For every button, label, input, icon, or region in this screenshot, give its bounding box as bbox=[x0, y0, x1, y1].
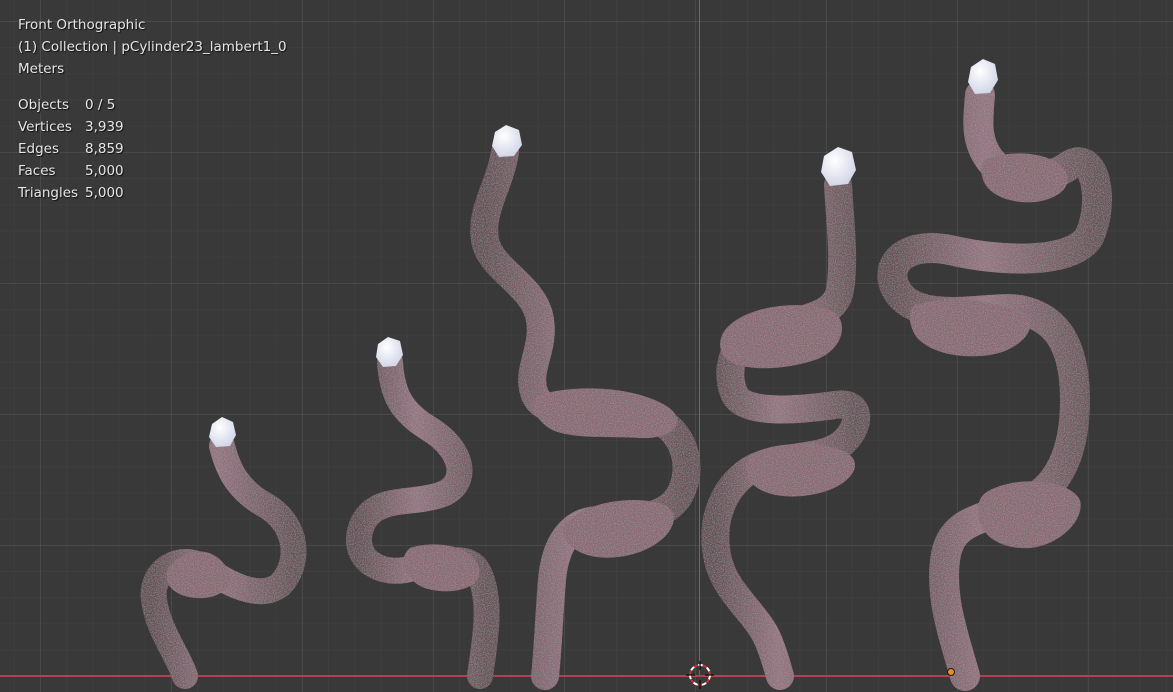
units-label: Meters bbox=[18, 61, 65, 77]
tendril-2[interactable] bbox=[346, 349, 500, 689]
stat-label-triangles: Triangles bbox=[18, 185, 79, 201]
tendril-4[interactable] bbox=[701, 171, 871, 690]
stat-value-edges: 8,859 bbox=[85, 141, 124, 157]
origin-point-icon bbox=[947, 668, 955, 676]
view-name: Front Orthographic bbox=[18, 17, 146, 33]
stat-value-faces: 5,000 bbox=[85, 163, 124, 179]
stat-label-objects: Objects bbox=[18, 97, 70, 113]
tendril-1[interactable] bbox=[140, 433, 307, 689]
3d-viewport[interactable]: Front Orthographic (1) Collection | pCyl… bbox=[0, 0, 1173, 692]
viewport-info-overlay: Front Orthographic (1) Collection | pCyl… bbox=[18, 14, 287, 204]
stat-value-objects: 0 / 5 bbox=[85, 97, 116, 113]
stat-label-faces: Faces bbox=[18, 163, 56, 179]
stat-label-vertices: Vertices bbox=[18, 119, 72, 135]
tendril-3[interactable] bbox=[470, 138, 701, 690]
collection-info: (1) Collection | pCylinder23_lambert1_0 bbox=[18, 39, 287, 55]
stat-value-vertices: 3,939 bbox=[85, 119, 124, 135]
scene-statistics: Objects 0 / 5 Vertices 3,939 Edges 8,859… bbox=[18, 94, 287, 204]
stat-label-edges: Edges bbox=[18, 141, 60, 157]
3d-cursor-icon[interactable] bbox=[686, 661, 714, 689]
stat-value-triangles: 5,000 bbox=[85, 185, 124, 201]
tendril-5[interactable] bbox=[877, 80, 1112, 691]
